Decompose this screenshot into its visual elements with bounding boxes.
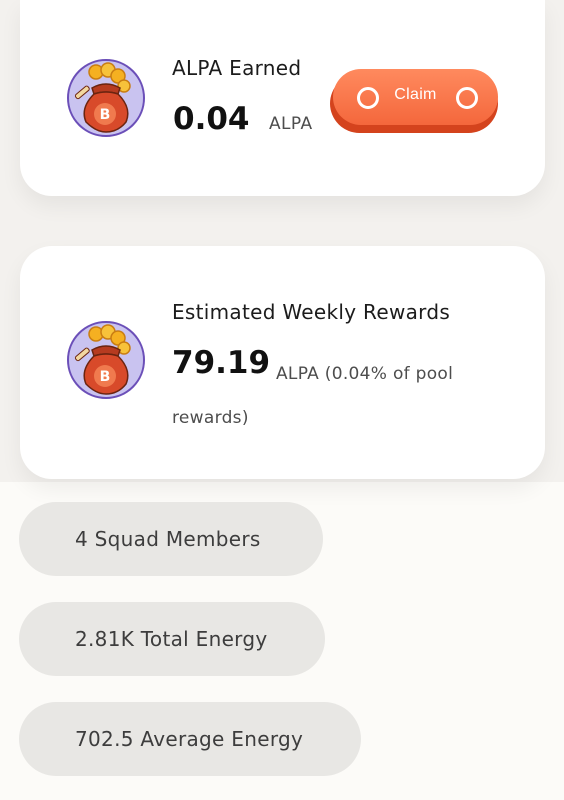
earned-unit: ALPA (269, 114, 313, 134)
ring-right-icon (456, 87, 478, 109)
coin-bag-graphic: B (67, 321, 145, 399)
claim-button[interactable]: Claim (330, 69, 498, 133)
claim-button-face: Claim (333, 69, 498, 125)
stat-label: 2.81K Total Energy (75, 627, 268, 651)
stat-squad-members: 4 Squad Members (19, 502, 323, 576)
earned-label: ALPA Earned (172, 56, 302, 80)
bitcoin-coin-bag-icon: B (66, 58, 146, 138)
svg-text:B: B (100, 107, 111, 123)
stat-average-energy: 702.5 Average Energy (19, 702, 361, 776)
stat-label: 702.5 Average Energy (75, 727, 304, 751)
earned-amount: 0.04 (173, 101, 250, 137)
weekly-rewards-note: ALPA (0.04% of pool rewards) (172, 364, 454, 428)
stat-total-energy: 2.81K Total Energy (19, 602, 325, 676)
stat-label: 4 Squad Members (75, 527, 261, 551)
coin-bag-graphic: B (67, 59, 145, 137)
bitcoin-coin-bag-icon: B (66, 320, 146, 400)
svg-text:B: B (100, 369, 111, 385)
weekly-rewards-label: Estimated Weekly Rewards (172, 300, 451, 324)
